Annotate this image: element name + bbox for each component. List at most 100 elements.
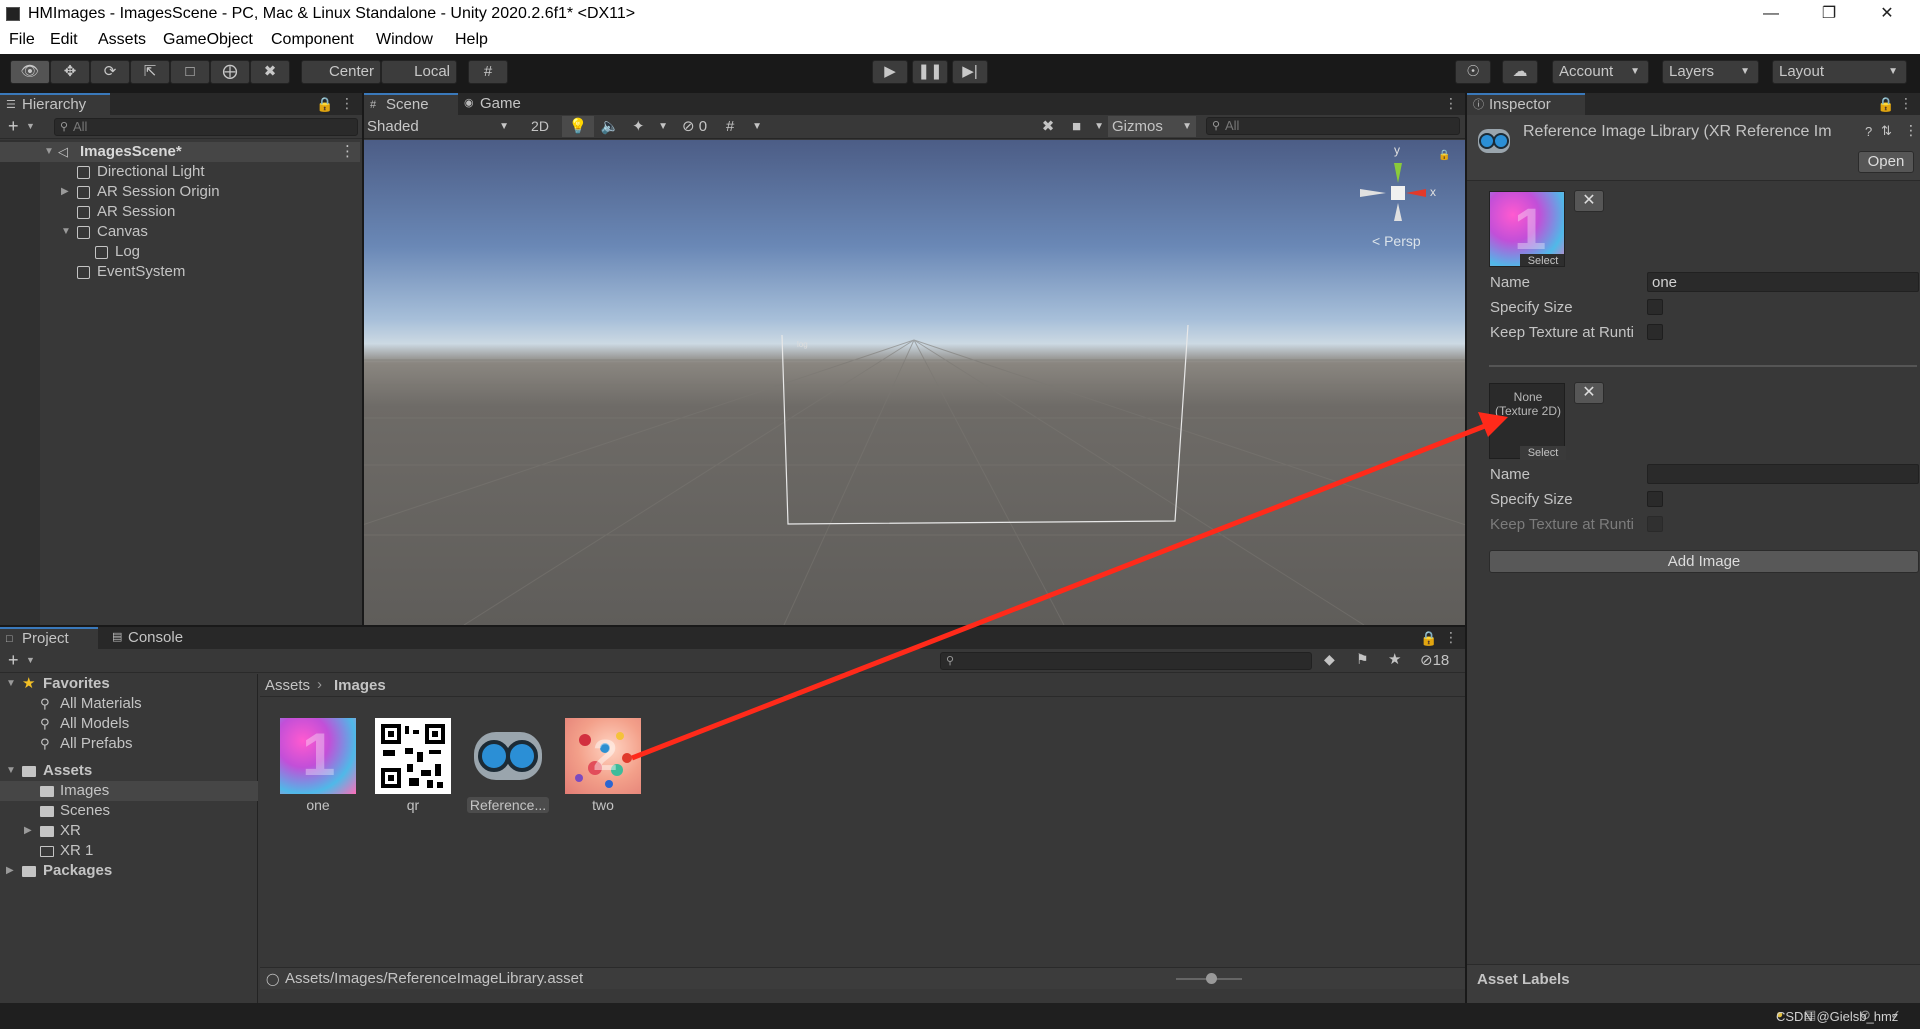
list-item[interactable]: ⚲ All Prefabs [0, 734, 258, 754]
hidden-objects-toggle[interactable]: ⊘ 0 [676, 116, 716, 137]
pause-button[interactable]: ❚❚ [912, 60, 948, 84]
close-window-button[interactable]: ✕ [1864, 2, 1910, 26]
lighting-toggle[interactable]: 💡 [562, 116, 594, 137]
name-field-one[interactable]: one [1647, 272, 1919, 292]
packages-row[interactable]: ▶ Packages [0, 861, 258, 881]
filter-label-icon[interactable]: ⚑ [1356, 651, 1369, 668]
grid-snap-button[interactable]: # [468, 60, 508, 84]
favorites-row[interactable]: ▼ ★ Favorites [0, 674, 258, 694]
shading-dropdown[interactable]: Shaded ▼ [367, 116, 517, 137]
zoom-slider-thumb[interactable] [1206, 973, 1217, 984]
tab-game[interactable]: ◉ Game [458, 93, 538, 115]
list-item[interactable]: Log [0, 242, 360, 262]
open-button[interactable]: Open [1858, 151, 1914, 173]
lock-icon[interactable]: 🔒 [1877, 96, 1894, 113]
rotate-tool-button[interactable]: ⟳ [90, 60, 130, 84]
kebab-menu-icon[interactable]: ⋮ [1899, 95, 1913, 112]
menu-file[interactable]: File [9, 31, 35, 49]
project-search-input[interactable]: ⚲ [940, 652, 1312, 670]
audio-toggle[interactable]: 🔈 [594, 116, 626, 137]
list-item[interactable]: AR Session [0, 202, 360, 222]
list-item[interactable]: ⚲ All Models [0, 714, 258, 734]
fold-open-icon[interactable]: ▼ [44, 142, 54, 162]
add-icon[interactable]: + [8, 116, 19, 137]
orientation-gizmo[interactable]: y x 🔒 < Persp [1354, 143, 1460, 255]
kebab-menu-icon[interactable]: ⋮ [1444, 629, 1458, 646]
tab-project[interactable]: □ Project [0, 627, 98, 649]
fold-open-icon[interactable]: ▼ [6, 761, 16, 781]
lock-icon[interactable]: 🔒 [1438, 150, 1450, 161]
list-item[interactable]: Directional Light [0, 162, 360, 182]
fold-open-icon[interactable]: ▼ [6, 674, 16, 694]
grid-dropdown[interactable]: # ▼ [720, 116, 766, 137]
custom-tool-button[interactable]: ✖ [250, 60, 290, 84]
fold-closed-icon[interactable]: ▶ [61, 182, 69, 202]
tab-console[interactable]: ▤ Console [106, 627, 202, 649]
fold-closed-icon[interactable]: ▶ [6, 861, 14, 881]
tab-hierarchy[interactable]: ☰ Hierarchy [0, 93, 110, 115]
fold-closed-icon[interactable]: ▶ [24, 821, 32, 841]
minimize-button[interactable]: — [1748, 2, 1794, 26]
add-image-button[interactable]: Add Image [1489, 550, 1919, 573]
chevron-down-icon[interactable]: ▼ [26, 655, 35, 665]
list-item[interactable]: ▼ Canvas [0, 222, 360, 242]
collab-icon[interactable]: ☉ [1455, 60, 1491, 84]
scene-viewport[interactable]: log y x 🔒 < Persp [364, 140, 1465, 625]
asset-qr-thumbnail[interactable] [375, 718, 451, 794]
kebab-menu-icon[interactable]: ⋮ [1904, 122, 1918, 139]
list-item[interactable]: ⚲ All Materials [0, 694, 258, 714]
hidden-packages-toggle[interactable]: ⊘18 [1420, 651, 1449, 669]
breadcrumb-assets[interactable]: Assets [265, 677, 310, 694]
folder-images-row[interactable]: Images [0, 781, 258, 801]
pivot-local-button[interactable]: Local [381, 60, 457, 84]
name-field-two[interactable] [1647, 464, 1919, 484]
folder-xr1-row[interactable]: XR 1 [0, 841, 258, 861]
settings-icon[interactable]: ⇅ [1881, 123, 1892, 139]
menu-gameobject[interactable]: GameObject [163, 31, 253, 49]
view-tool-button[interactable]: 👁 [10, 60, 50, 84]
layers-dropdown[interactable]: Layers ▼ [1662, 60, 1759, 84]
list-item[interactable]: EventSystem [0, 262, 360, 282]
texture-slot-one[interactable]: 1 Select [1489, 191, 1565, 267]
scene-row[interactable]: ▼ ◁ ImagesScene* ⋮ [0, 142, 360, 162]
restore-button[interactable]: ❐ [1806, 2, 1852, 26]
help-icon[interactable]: ? [1865, 124, 1872, 139]
tools-icon[interactable]: ✖ [1034, 116, 1062, 137]
menu-help[interactable]: Help [455, 31, 488, 49]
menu-window[interactable]: Window [376, 31, 433, 49]
folder-xr-row[interactable]: ▶ XR [0, 821, 258, 841]
hierarchy-search-input[interactable]: ⚲ All [54, 118, 358, 136]
lock-icon[interactable]: 🔒 [316, 96, 333, 113]
fold-open-icon[interactable]: ▼ [61, 222, 71, 242]
specify-size-checkbox[interactable] [1647, 299, 1663, 315]
tab-scene[interactable]: # Scene [364, 93, 458, 115]
remove-image-button[interactable]: ✕ [1574, 382, 1604, 404]
folder-scenes-row[interactable]: Scenes [0, 801, 258, 821]
rect-tool-button[interactable]: □ [170, 60, 210, 84]
scale-tool-button[interactable]: ⇱ [130, 60, 170, 84]
layout-dropdown[interactable]: Layout ▼ [1772, 60, 1907, 84]
specify-size-checkbox[interactable] [1647, 491, 1663, 507]
asset-two-thumbnail[interactable]: 2 [565, 718, 641, 794]
menu-assets[interactable]: Assets [98, 31, 146, 49]
camera-dropdown[interactable]: ■ ▼ [1068, 116, 1106, 137]
kebab-menu-icon[interactable]: ⋮ [340, 95, 354, 112]
select-button[interactable]: Select [1520, 446, 1566, 460]
kebab-menu-icon[interactable]: ⋮ [340, 142, 355, 162]
account-dropdown[interactable]: Account ▼ [1552, 60, 1649, 84]
list-item[interactable]: ▶ AR Session Origin [0, 182, 360, 202]
persp-label[interactable]: < Persp [1372, 233, 1421, 249]
chevron-down-icon[interactable]: ▼ [26, 121, 35, 131]
add-icon[interactable]: + [8, 650, 19, 671]
step-button[interactable]: ▶| [952, 60, 988, 84]
cloud-icon[interactable]: ☁ [1502, 60, 1538, 84]
transform-tool-button[interactable]: ⨁ [210, 60, 250, 84]
gizmos-dropdown[interactable]: Gizmos ▼ [1108, 116, 1196, 137]
pivot-center-button[interactable]: Center [301, 60, 381, 84]
tab-inspector[interactable]: ⓘ Inspector [1467, 93, 1585, 115]
lock-icon[interactable]: 🔒 [1420, 630, 1437, 647]
select-button[interactable]: Select [1520, 254, 1564, 266]
effects-dropdown[interactable]: ✦ ▼ [626, 116, 672, 137]
asset-labels-section[interactable]: Asset Labels [1467, 964, 1920, 1003]
asset-reference-library-thumbnail[interactable] [470, 718, 546, 794]
